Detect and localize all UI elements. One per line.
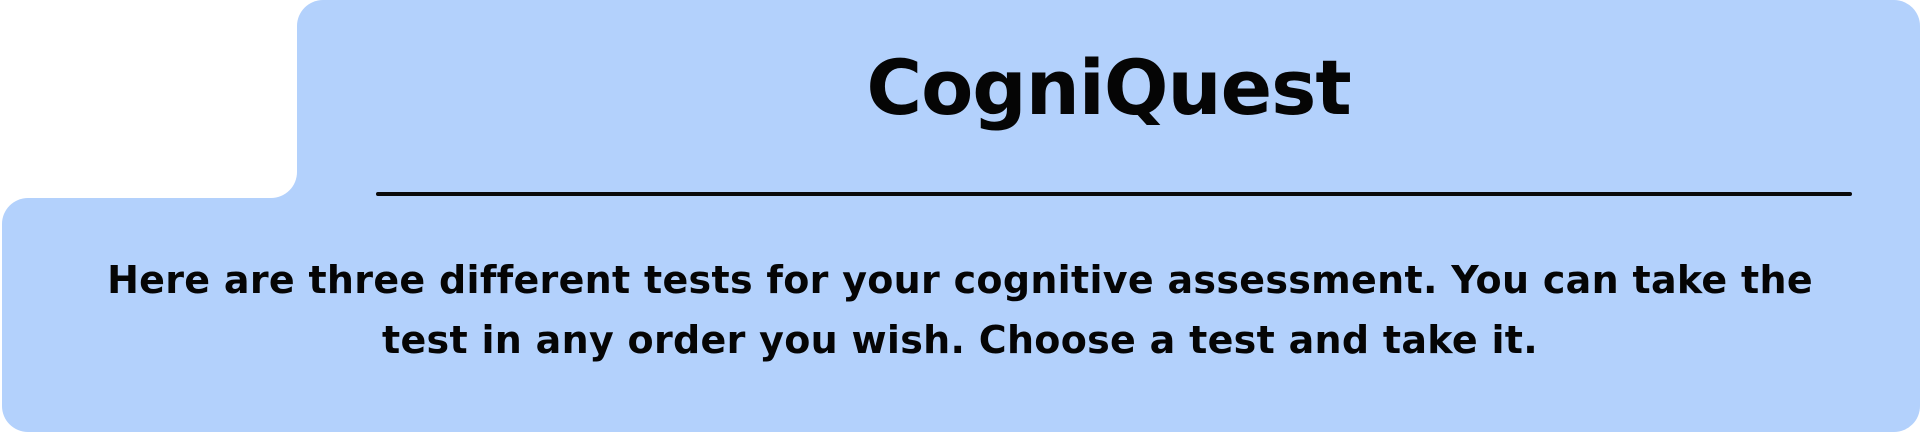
intro-text: Here are three different tests for your … — [107, 258, 1813, 362]
panel-inner-corner — [271, 172, 297, 198]
app-stage: CogniQuest Here are three different test… — [0, 0, 1920, 432]
title-divider — [376, 192, 1852, 196]
app-title: CogniQuest — [866, 43, 1351, 132]
